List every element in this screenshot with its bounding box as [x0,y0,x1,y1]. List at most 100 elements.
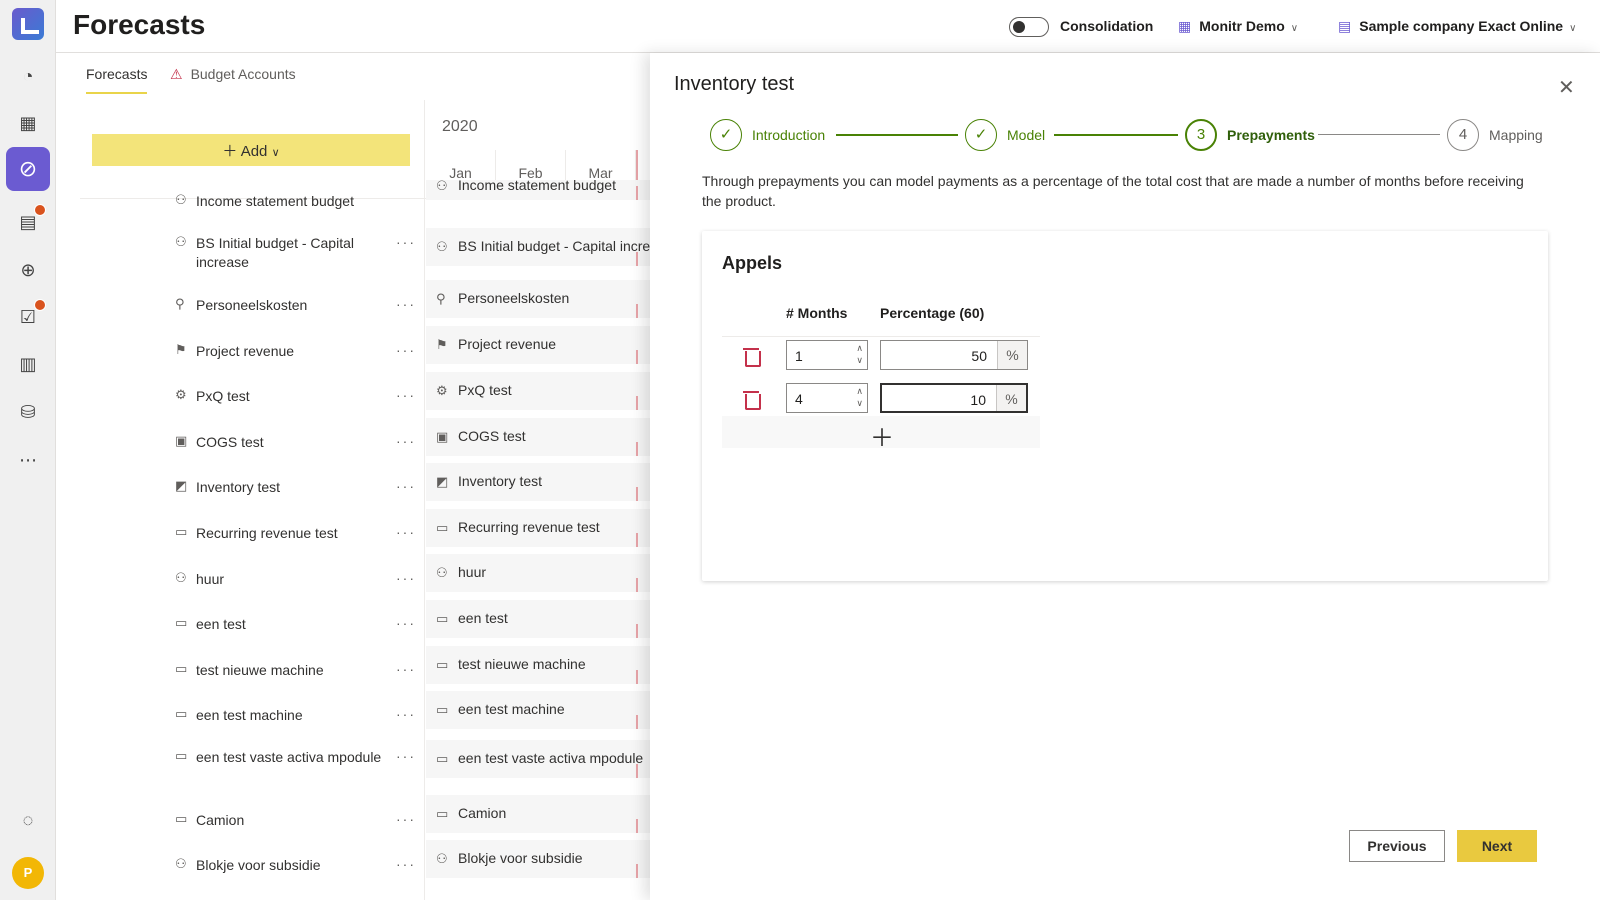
table-row[interactable]: ▭ een test machine [426,691,650,729]
close-icon[interactable]: ✕ [1558,75,1575,100]
prepayment-card: Appels # Months Percentage (60) 1 ∧ ∨ 50… [702,231,1548,581]
list-divider [424,100,425,900]
table-row[interactable]: ⚇ Income statement budget [426,180,650,200]
chevron-up-icon[interactable]: ∧ [856,343,863,354]
chevron-down-icon[interactable]: ∨ [856,355,863,366]
more-options-icon[interactable]: ··· [396,748,416,764]
table-row[interactable]: ⚇ Blokje voor subsidie [426,840,650,878]
database-icon[interactable]: ⛁ [16,400,40,424]
wizard-panel: Inventory test ✕ ✓ Introduction ✓ Model … [650,53,1600,900]
percentage-field[interactable]: 50 % [880,340,1028,370]
consolidation-toggle[interactable] [1009,17,1049,37]
add-forecast-button[interactable]: ＋ Add ∨ [92,134,410,166]
more-options-icon[interactable]: ··· [396,661,416,677]
timeline-marker [636,864,638,878]
report-icon[interactable]: ▥ [16,352,40,376]
tab-forecasts[interactable]: Forecasts [86,66,148,94]
more-options-icon[interactable]: ··· [396,234,416,250]
step-introduction[interactable]: Introduction [752,127,825,143]
step-prepayments[interactable]: Prepayments [1227,127,1315,143]
forecast-icon[interactable]: ⊘ [6,147,50,191]
row-label: Inventory test [458,473,543,489]
step-description: Through prepayments you can model paymen… [702,173,1524,209]
chat-icon[interactable]: ◌ [16,808,40,832]
row-label: huur [458,564,487,580]
timeline-marker [636,715,638,729]
more-options-icon[interactable]: ··· [396,433,416,449]
budget-icon[interactable]: ▤ [16,204,46,234]
more-options-icon[interactable]: ··· [396,706,416,722]
plus-icon: ＋ [870,425,894,452]
more-options-icon[interactable]: ··· [396,570,416,586]
more-options-icon[interactable]: ··· [396,524,416,540]
forecast-type-icon: ⚙ [175,387,187,402]
add-row-button[interactable]: ＋ [722,416,1040,452]
row-label: Project revenue [458,336,557,352]
step-mapping[interactable]: Mapping [1489,127,1543,143]
table-row[interactable]: ▭ een test vaste activa mpodule [426,740,650,778]
delete-row-icon[interactable] [742,346,761,367]
step-mapping-number[interactable]: 4 [1447,119,1479,151]
more-options-icon[interactable]: ··· [396,615,416,631]
app-logo-icon[interactable] [12,8,44,40]
table-row[interactable]: ⚲ Personeelskosten [426,280,650,318]
table-divider [722,336,1040,337]
percentage-field[interactable]: 10 % [880,383,1028,413]
more-options-icon[interactable]: ··· [396,856,416,872]
forecast-type-icon: ▭ [175,811,188,826]
step-introduction-check-icon[interactable]: ✓ [710,119,742,151]
chevron-down-icon[interactable]: ∨ [856,398,863,409]
list-item-label: een test vaste activa mpodule [196,749,382,765]
step-connector [1318,134,1440,135]
row-label: Recurring revenue test [458,519,600,535]
add-document-icon[interactable]: ⊕ [16,258,40,282]
delete-row-icon[interactable] [742,389,761,410]
avatar[interactable]: P [12,857,44,889]
grid-icon[interactable]: ▦ [16,111,40,135]
tenant-selector[interactable]: ▦ Monitr Demo ∨ [1178,18,1298,35]
forecast-type-icon: ⚑ [436,337,448,352]
forecast-type-icon: ⚇ [175,570,187,585]
previous-button[interactable]: Previous [1349,830,1445,862]
building-icon: ▦ [1178,18,1192,34]
step-model-check-icon[interactable]: ✓ [965,119,997,151]
row-label: Personeelskosten [458,290,570,306]
months-stepper[interactable]: 4 ∧ ∨ [786,383,868,413]
more-options-icon[interactable]: ··· [396,387,416,403]
months-stepper[interactable]: 1 ∧ ∨ [786,340,868,370]
company-selector[interactable]: ▤ Sample company Exact Online ∨ [1338,18,1576,35]
chevron-up-icon[interactable]: ∧ [856,386,863,397]
forecast-type-icon: ▣ [175,433,188,448]
table-row[interactable]: ⚙ PxQ test [426,372,650,410]
timeline-marker [636,764,638,778]
more-icon[interactable]: ⋯ [16,448,40,472]
percent-suffix: % [996,385,1026,411]
table-row[interactable]: ⚇ BS Initial budget - Capital increa [426,228,650,266]
more-options-icon[interactable]: ··· [396,478,416,494]
table-row[interactable]: ⚑ Project revenue [426,326,650,364]
timeline-marker [636,396,638,410]
checklist-icon[interactable]: ☑ [16,299,46,329]
list-item-label: Camion [196,812,245,828]
row-label: een test [458,610,508,626]
timeline-marker [636,186,638,200]
more-options-icon[interactable]: ··· [396,811,416,827]
step-prepayments-number[interactable]: 3 [1185,119,1217,151]
list-item-label: een test [196,616,246,632]
table-row[interactable]: ▭ Recurring revenue test [426,509,650,547]
more-options-icon[interactable]: ··· [396,342,416,358]
dashboard-icon[interactable]: ◔ [16,64,40,88]
table-row[interactable]: ▣ COGS test [426,418,650,456]
next-button[interactable]: Next [1457,830,1537,862]
row-label: COGS test [458,428,526,444]
timeline-marker [636,819,638,833]
table-row[interactable]: ▭ test nieuwe machine [426,646,650,684]
tab-budget-accounts[interactable]: ⚠ Budget Accounts [170,66,296,83]
step-model[interactable]: Model [1007,127,1045,143]
table-row[interactable]: ◩ Inventory test [426,463,650,501]
table-row[interactable]: ▭ een test [426,600,650,638]
more-options-icon[interactable]: ··· [396,296,416,312]
row-label: Income statement budget [458,180,616,193]
table-row[interactable]: ⚇ huur [426,554,650,592]
table-row[interactable]: ▭ Camion [426,795,650,833]
